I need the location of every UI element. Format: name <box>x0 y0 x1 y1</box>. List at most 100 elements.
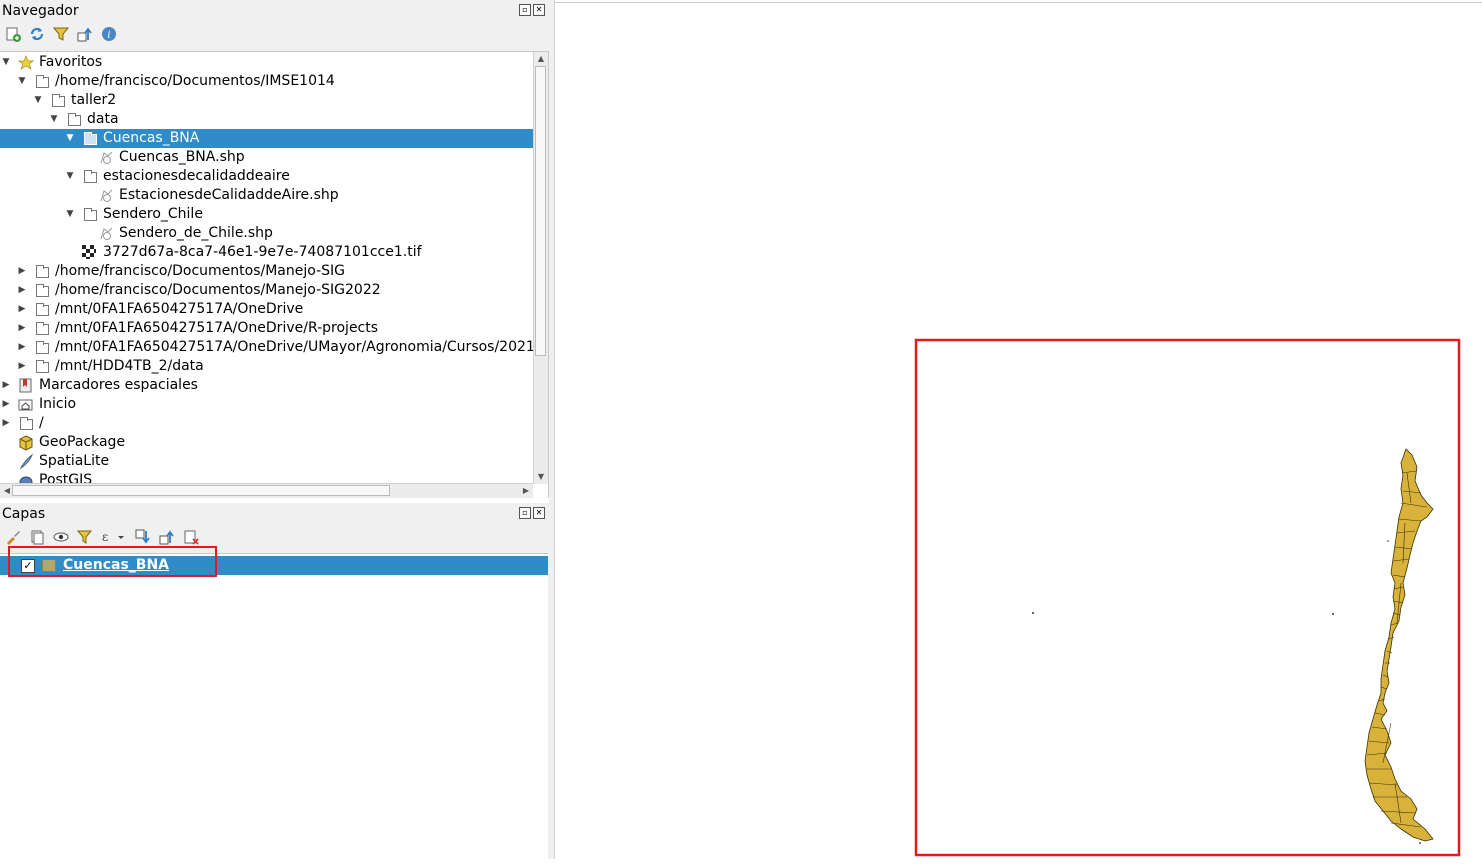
expand-arrow-icon[interactable]: ▼ <box>65 167 75 186</box>
scroll-up-icon[interactable]: ▲ <box>534 52 548 66</box>
tree-item[interactable]: ▼ data <box>0 110 533 129</box>
collapse-arrow-icon[interactable]: ▶ <box>1 414 11 433</box>
add-layer-icon[interactable] <box>4 25 22 43</box>
tree-item[interactable]: GeoPackage <box>0 433 533 452</box>
tree-item[interactable]: ▼ estacionesdecalidaddeaire <box>0 167 533 186</box>
collapse-all-icon[interactable] <box>76 25 94 43</box>
tree-item-label: 3727d67a-8ca7-46e1-9e7e-74087101cce1.tif <box>103 244 422 260</box>
tree-item-label: /mnt/0FA1FA650427517A/OneDrive/R-project… <box>55 320 379 336</box>
tree-item[interactable]: Sendero_de_Chile.shp <box>0 224 533 243</box>
spatialite-icon <box>18 453 34 470</box>
folder-icon <box>84 170 97 183</box>
tree-item[interactable]: ▶ /mnt/HDD4TB_2/data <box>0 357 533 376</box>
collapse-arrow-icon[interactable]: ▶ <box>17 338 27 357</box>
filter-legend-icon[interactable] <box>76 528 94 546</box>
collapse-arrow-icon[interactable]: ▶ <box>17 357 27 376</box>
visibility-icon[interactable] <box>52 528 70 546</box>
filter-icon[interactable] <box>52 25 70 43</box>
tree-item[interactable]: ▶ /home/francisco/Documentos/Manejo-SIG <box>0 262 533 281</box>
tree-item[interactable]: ▶ /mnt/0FA1FA650427517A/OneDrive/R-projec… <box>0 319 533 338</box>
chile-basins-layer[interactable] <box>1032 448 1434 844</box>
horizontal-scrollbar[interactable]: ◀ ▶ <box>0 483 533 498</box>
tree-item-label: SpatiaLite <box>39 453 110 469</box>
tree-item[interactable]: ▶ Marcadores espaciales <box>0 376 533 395</box>
tree-item-label: Sendero_Chile <box>103 206 203 222</box>
tree-item[interactable]: ▼ Cuencas_BNA <box>0 129 533 148</box>
expand-arrow-icon[interactable]: ▼ <box>1 53 11 72</box>
bookmarks-icon <box>18 378 33 393</box>
collapse-arrow-icon[interactable]: ▶ <box>1 395 11 414</box>
layers-header: Capas ▫ ✕ <box>0 503 549 525</box>
folder-icon <box>36 303 49 316</box>
float-panel-icon[interactable]: ▫ <box>519 4 531 16</box>
scroll-thumb[interactable] <box>535 66 546 356</box>
scroll-down-icon[interactable]: ▼ <box>534 470 548 484</box>
tree-item-label: /home/francisco/Documentos/Manejo-SIG <box>55 263 346 279</box>
tree-item-label: /home/francisco/Documentos/IMSE1014 <box>55 73 335 89</box>
tree-item[interactable]: Cuencas_BNA.shp <box>0 148 533 167</box>
tree-item-label: /mnt/0FA1FA650427517A/OneDrive <box>55 301 304 317</box>
info-icon[interactable]: i <box>100 25 118 43</box>
vector-file-icon <box>98 150 113 165</box>
close-panel-icon[interactable]: ✕ <box>533 507 545 519</box>
tree-item[interactable]: ▼ Favoritos <box>0 53 533 72</box>
tree-item-label: Sendero_de_Chile.shp <box>119 225 273 241</box>
collapse-arrow-icon[interactable]: ▶ <box>17 300 27 319</box>
island-dot <box>1387 540 1389 542</box>
tree-item[interactable]: 3727d67a-8ca7-46e1-9e7e-74087101cce1.tif <box>0 243 533 262</box>
scroll-right-icon[interactable]: ▶ <box>519 484 533 498</box>
folder-icon <box>36 265 49 278</box>
raster-file-icon <box>82 245 97 260</box>
vertical-scrollbar[interactable]: ▲ ▼ <box>533 52 548 484</box>
expand-arrow-icon[interactable]: ▼ <box>17 72 27 91</box>
tree-item[interactable]: SpatiaLite <box>0 452 533 471</box>
tree-item[interactable]: ▼ taller2 <box>0 91 533 110</box>
star-icon <box>17 55 35 70</box>
map-canvas[interactable] <box>555 2 1482 860</box>
annotation-highlight-box <box>8 546 217 577</box>
collapse-all-icon[interactable] <box>158 528 176 546</box>
tree-item[interactable]: ▶ /home/francisco/Documentos/Manejo-SIG20… <box>0 281 533 300</box>
folder-icon <box>36 360 49 373</box>
style-icon[interactable] <box>4 528 22 546</box>
add-group-icon[interactable] <box>28 528 46 546</box>
tree-item[interactable]: EstacionesdeCalidaddeAire.shp <box>0 186 533 205</box>
browser-tree[interactable]: ▼ Favoritos ▼ /home/francisco/Documentos/IM… <box>0 51 549 498</box>
collapse-arrow-icon[interactable]: ▶ <box>17 281 27 300</box>
hscroll-thumb[interactable] <box>12 485 390 496</box>
folder-icon <box>36 341 49 354</box>
svg-text:ε: ε <box>102 530 108 544</box>
collapse-arrow-icon[interactable]: ▶ <box>17 319 27 338</box>
expand-arrow-icon[interactable]: ▼ <box>65 129 75 148</box>
chile-basins-polygon[interactable] <box>1364 448 1434 842</box>
expand-all-icon[interactable] <box>134 528 152 546</box>
navigator-panel: Navegador ▫ ✕ i ▼ Favoritos ▼ /home/francis… <box>0 0 549 498</box>
expand-arrow-icon[interactable]: ▼ <box>65 205 75 224</box>
folder-icon <box>36 75 49 88</box>
tree-item[interactable]: ▶ Inicio <box>0 395 533 414</box>
refresh-icon[interactable] <box>28 25 46 43</box>
navigator-toolbar: i <box>0 22 549 46</box>
vector-file-icon <box>98 188 113 203</box>
collapse-arrow-icon[interactable]: ▶ <box>17 262 27 281</box>
tree-item-label: taller2 <box>71 92 117 108</box>
tree-item[interactable]: ▼ /home/francisco/Documentos/IMSE1014 <box>0 72 533 91</box>
remove-layer-icon[interactable] <box>182 528 200 546</box>
float-panel-icon[interactable]: ▫ <box>519 507 531 519</box>
browser-tree-rows: ▼ Favoritos ▼ /home/francisco/Documentos/IM… <box>0 52 533 484</box>
tree-item[interactable]: ▶ /mnt/0FA1FA650427517A/OneDrive/UMayor/A… <box>0 338 533 357</box>
folder-icon <box>84 208 97 221</box>
vector-file-icon <box>98 226 113 241</box>
expression-filter-icon[interactable]: ε <box>100 528 128 546</box>
tree-item-label: Cuencas_BNA <box>103 130 200 146</box>
collapse-arrow-icon[interactable]: ▶ <box>1 376 11 395</box>
tree-item[interactable]: ▶ /mnt/0FA1FA650427517A/OneDrive <box>0 300 533 319</box>
tree-item-label: data <box>87 111 119 127</box>
tree-item[interactable]: ▶ / <box>0 414 533 433</box>
home-icon <box>18 397 33 412</box>
tree-item[interactable]: ▼ Sendero_Chile <box>0 205 533 224</box>
layers-tree[interactable]: ✓ Cuencas_BNA <box>0 553 548 860</box>
expand-arrow-icon[interactable]: ▼ <box>33 91 43 110</box>
close-panel-icon[interactable]: ✕ <box>533 4 545 16</box>
expand-arrow-icon[interactable]: ▼ <box>49 110 59 129</box>
